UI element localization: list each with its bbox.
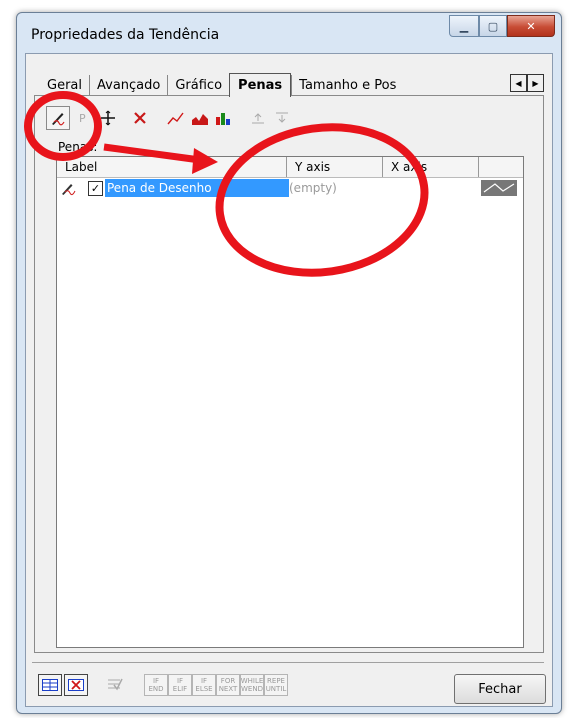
if-end-top: IF — [152, 677, 160, 685]
move-pen-button[interactable] — [96, 106, 120, 130]
line-chart-icon — [167, 112, 184, 125]
window-title: Propriedades da Tendência — [31, 27, 220, 43]
checklist-icon — [108, 678, 123, 691]
pens-list[interactable]: Label Y axis X axis ✓ Pena de Desenho (e… — [56, 156, 524, 648]
pen-style-swatch[interactable] — [481, 180, 517, 196]
for-next-bottom: NEXT — [218, 685, 238, 693]
pen-properties-icon: P — [79, 112, 86, 125]
tab-scroll-buttons: ◀ ▶ — [510, 74, 544, 92]
close-button[interactable]: Fechar — [454, 674, 546, 704]
move-down-icon — [276, 112, 288, 123]
while-wend-bottom: WEND — [241, 685, 263, 693]
area-pen-button[interactable] — [188, 106, 212, 130]
check-script-button[interactable] — [104, 674, 126, 694]
delete-pen-button[interactable] — [128, 106, 152, 130]
if-else-top: IF — [200, 677, 208, 685]
table-icon — [42, 679, 58, 691]
bottom-divider — [32, 662, 544, 663]
pen-icon — [52, 113, 65, 126]
edit-pen-button[interactable]: P — [72, 106, 96, 130]
table-delete-icon — [68, 679, 84, 691]
tab-scroll-right-button[interactable]: ▶ — [527, 74, 544, 92]
pen-icon — [59, 179, 77, 197]
column-header-style[interactable] — [479, 157, 523, 177]
tab-scroll-left-button[interactable]: ◀ — [510, 74, 527, 92]
caption-buttons: ▁ ▢ ✕ — [449, 15, 555, 37]
pen-down-button[interactable] — [270, 106, 294, 130]
trend-properties-window: Propriedades da Tendência ▁ ▢ ✕ Geral Av… — [16, 12, 562, 714]
if-elif-button[interactable]: IF ELIF — [168, 674, 192, 696]
pen-visible-checkbox[interactable]: ✓ — [88, 181, 103, 196]
minimize-icon: ▁ — [459, 19, 469, 33]
if-elif-bottom: ELIF — [172, 685, 188, 693]
if-elif-top: IF — [176, 677, 184, 685]
pen-up-button[interactable] — [246, 106, 270, 130]
title-bar[interactable]: Propriedades da Tendência ▁ ▢ ✕ — [17, 13, 561, 53]
arrow-left-icon: ◀ — [515, 78, 522, 88]
crosshair-icon — [101, 110, 115, 126]
if-end-button[interactable]: IF END — [144, 674, 168, 696]
line-style-icon — [483, 183, 515, 193]
if-else-bottom: ELSE — [195, 685, 213, 693]
tab-grafico[interactable]: Gráfico — [167, 75, 229, 96]
while-wend-button[interactable]: WHILE WEND — [240, 674, 264, 696]
move-up-icon — [252, 113, 264, 124]
dialog-client: Geral Avançado Gráfico Penas Tamanho e P… — [25, 53, 553, 707]
while-wend-top: WHILE — [240, 677, 264, 685]
new-pen-button[interactable] — [46, 106, 70, 130]
for-next-button[interactable]: FOR NEXT — [216, 674, 240, 696]
delete-icon — [134, 112, 146, 124]
close-window-button[interactable]: ✕ — [507, 15, 555, 37]
pen-label-cell[interactable]: Pena de Desenho — [105, 179, 289, 197]
tab-tamanho-e-pos[interactable]: Tamanho e Pos — [291, 75, 403, 96]
column-header-y-axis[interactable]: Y axis — [287, 157, 383, 177]
repeat-until-top: REPE — [267, 677, 285, 685]
repeat-until-bottom: UNTIL — [265, 685, 287, 693]
tab-geral[interactable]: Geral — [40, 75, 89, 96]
tab-strip: Geral Avançado Gráfico Penas Tamanho e P… — [40, 70, 403, 97]
bar-chart-icon — [216, 113, 230, 125]
line-pen-button[interactable] — [164, 106, 188, 130]
bar-pen-button[interactable] — [212, 106, 236, 130]
minimize-button[interactable]: ▁ — [449, 15, 479, 37]
clear-tags-button[interactable] — [64, 674, 88, 696]
if-else-button[interactable]: IF ELSE — [192, 674, 216, 696]
pens-list-header: Label Y axis X axis — [57, 157, 523, 178]
maximize-icon: ▢ — [487, 19, 499, 33]
pens-section-label: Penas: — [58, 140, 98, 154]
repeat-until-button[interactable]: REPE UNTIL — [264, 674, 288, 696]
column-header-label[interactable]: Label — [57, 157, 287, 177]
arrow-right-icon: ▶ — [532, 78, 539, 88]
close-icon: ✕ — [526, 19, 536, 33]
table-row[interactable]: ✓ Pena de Desenho (empty) — [57, 179, 523, 197]
area-chart-icon — [192, 114, 208, 125]
tag-browser-button[interactable] — [38, 674, 62, 696]
for-next-top: FOR — [220, 677, 236, 685]
pen-y-axis-cell[interactable]: (empty) — [289, 179, 337, 197]
column-header-x-axis[interactable]: X axis — [383, 157, 479, 177]
maximize-button[interactable]: ▢ — [479, 15, 507, 37]
tab-avancado[interactable]: Avançado — [89, 75, 167, 96]
svg-text:P: P — [79, 112, 86, 125]
if-end-bottom: END — [148, 685, 164, 693]
tab-penas[interactable]: Penas — [229, 73, 292, 97]
